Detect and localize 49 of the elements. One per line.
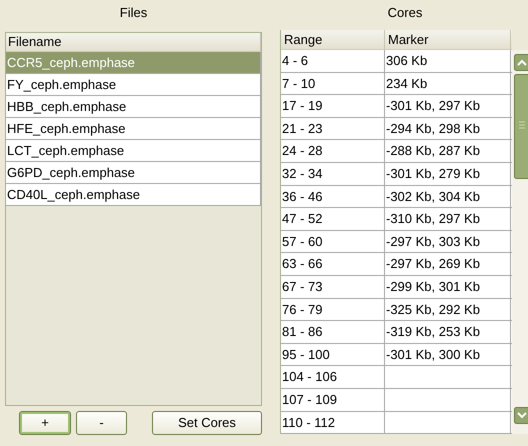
- panel-title: Files: [118, 4, 148, 22]
- table-cell: -325 Kb, 292 Kb: [385, 298, 511, 320]
- table-cell: 110 - 112: [281, 412, 385, 434]
- table-cell: -297 Kb, 303 Kb: [385, 230, 511, 252]
- set-cores-button[interactable]: Set Cores: [152, 411, 262, 435]
- column-header[interactable]: Filename: [6, 33, 261, 52]
- scroll-up-icon[interactable]: [514, 54, 528, 71]
- table-cell: -301 Kb, 279 Kb: [385, 162, 511, 185]
- file-item[interactable]: LCT_ceph.emphase: [6, 140, 261, 162]
- table-cell: 24 - 28: [281, 140, 385, 162]
- column-header[interactable]: Range: [281, 30, 385, 49]
- table-cell: 63 - 66: [281, 253, 385, 275]
- table-cell: 36 - 46: [281, 186, 385, 208]
- column-header[interactable]: Marker: [385, 30, 511, 49]
- table-cell: 95 - 100: [281, 344, 385, 366]
- table-cell: -299 Kb, 301 Kb: [385, 276, 511, 298]
- table-cell: 67 - 73: [281, 276, 385, 298]
- table-cell: 4 - 6: [281, 50, 385, 72]
- table-cell: 32 - 34: [281, 162, 385, 185]
- table-cell: 21 - 23: [281, 118, 385, 140]
- panel-title: Cores: [386, 4, 424, 22]
- table-cell: 47 - 52: [281, 208, 385, 230]
- table-cell: -301 Kb, 300 Kb: [385, 344, 511, 366]
- table-cell: -319 Kb, 253 Kb: [385, 321, 511, 343]
- file-item[interactable]: G6PD_ceph.emphase: [6, 162, 261, 184]
- table-cell: 17 - 19: [281, 95, 385, 117]
- scrollbar[interactable]: [512, 50, 528, 434]
- file-item[interactable]: HFE_ceph.emphase: [6, 118, 261, 140]
- table-cell: 81 - 86: [281, 321, 385, 343]
- remove-button[interactable]: -: [76, 411, 127, 435]
- table-cell: 234 Kb: [385, 72, 511, 94]
- table-cell: -288 Kb, 287 Kb: [385, 140, 511, 162]
- table-cell: 104 - 106: [281, 366, 385, 388]
- table-cell: -302 Kb, 304 Kb: [385, 186, 511, 208]
- table-cell: -294 Kb, 298 Kb: [385, 118, 511, 140]
- table-cell: 57 - 60: [281, 230, 385, 252]
- table-cell: 306 Kb: [385, 50, 511, 72]
- add-button[interactable]: +: [19, 411, 71, 435]
- file-item[interactable]: FY_ceph.emphase: [6, 74, 261, 96]
- table-cell: -310 Kb, 297 Kb: [385, 208, 511, 230]
- table-cell: 7 - 10: [281, 72, 385, 94]
- scroll-thumb[interactable]: [514, 74, 528, 179]
- table-cell: -297 Kb, 269 Kb: [385, 253, 511, 275]
- file-item[interactable]: CD40L_ceph.emphase: [6, 184, 261, 206]
- table-cell: 107 - 109: [281, 388, 385, 410]
- file-item[interactable]: HBB_ceph.emphase: [6, 96, 261, 118]
- table-cell: -301 Kb, 297 Kb: [385, 95, 511, 117]
- table-cell: 76 - 79: [281, 298, 385, 320]
- scroll-down-icon[interactable]: [514, 407, 528, 424]
